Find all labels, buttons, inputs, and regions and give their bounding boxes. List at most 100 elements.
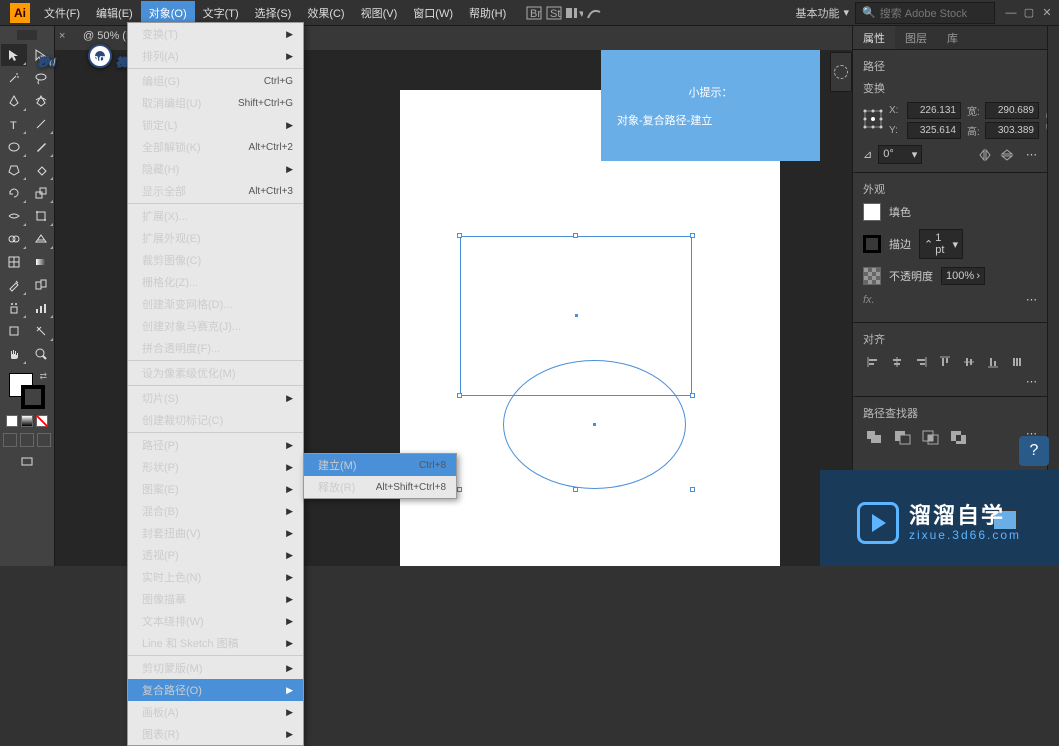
menu-item[interactable]: 变换(T)▶	[128, 23, 303, 45]
menu-item[interactable]: 图表(R)▶	[128, 723, 303, 745]
slice-tool[interactable]	[28, 320, 54, 342]
menu-item[interactable]: 栅格化(Z)...	[128, 271, 303, 293]
menu-item[interactable]: 复合路径(O)▶	[128, 679, 303, 701]
perspective-tool[interactable]	[28, 228, 54, 250]
stroke-color-swatch[interactable]	[863, 235, 881, 253]
fill-color-swatch[interactable]	[863, 203, 881, 221]
minimize-button[interactable]: —	[1003, 6, 1019, 20]
hand-tool[interactable]	[1, 343, 27, 365]
menu-item[interactable]: 扩展(X)...	[128, 205, 303, 227]
collapsed-panel[interactable]	[830, 52, 852, 92]
gpu-icon[interactable]	[584, 3, 604, 23]
line-tool[interactable]	[28, 113, 54, 135]
tab-properties[interactable]: 属性	[853, 26, 895, 49]
menu-item[interactable]: 锁定(L)▶	[128, 114, 303, 136]
align-right-icon[interactable]	[911, 353, 931, 371]
pen-tool[interactable]	[1, 90, 27, 112]
flip-horizontal-icon[interactable]	[976, 146, 994, 164]
eraser-tool[interactable]	[28, 159, 54, 181]
pathfinder-intersect-icon[interactable]	[919, 427, 941, 447]
shaper-tool[interactable]	[1, 159, 27, 181]
align-bottom-icon[interactable]	[983, 353, 1003, 371]
menu-file[interactable]: 文件(F)	[36, 1, 88, 25]
symbol-sprayer-tool[interactable]	[1, 297, 27, 319]
more-options-icon[interactable]: ⋯	[1026, 148, 1037, 161]
stock-icon[interactable]: St	[544, 3, 564, 23]
artboard-tool[interactable]	[1, 320, 27, 342]
scale-tool[interactable]	[28, 182, 54, 204]
menu-item[interactable]: 切片(S)▶	[128, 387, 303, 409]
menu-item[interactable]: 透视(P)▶	[128, 544, 303, 566]
width-tool[interactable]	[1, 205, 27, 227]
menu-item[interactable]: 路径(P)▶	[128, 434, 303, 456]
draw-normal[interactable]	[3, 433, 17, 447]
toolbox-tab[interactable]	[17, 30, 37, 40]
blend-tool[interactable]	[28, 274, 54, 296]
align-vcenter-icon[interactable]	[959, 353, 979, 371]
pathfinder-exclude-icon[interactable]	[947, 427, 969, 447]
menu-item[interactable]: 混合(B)▶	[128, 500, 303, 522]
shape-builder-tool[interactable]	[1, 228, 27, 250]
color-mode-none[interactable]	[36, 415, 48, 427]
curvature-tool[interactable]	[28, 90, 54, 112]
distribute-icon[interactable]	[1007, 353, 1027, 371]
align-top-icon[interactable]	[935, 353, 955, 371]
more-options-icon[interactable]: ⋯	[1026, 375, 1037, 388]
zoom-tool[interactable]	[28, 343, 54, 365]
magic-wand-tool[interactable]	[1, 67, 27, 89]
draw-behind[interactable]	[20, 433, 34, 447]
menu-item[interactable]: 形状(P)▶	[128, 456, 303, 478]
handle-se[interactable]	[690, 487, 695, 492]
menu-effect[interactable]: 效果(C)	[299, 1, 352, 25]
menu-item[interactable]: 画板(A)▶	[128, 701, 303, 723]
x-input[interactable]: 226.131	[907, 102, 961, 119]
rectangle-tool[interactable]	[1, 136, 27, 158]
fx-button[interactable]: fx.	[863, 294, 875, 306]
selection-tool[interactable]	[1, 44, 27, 66]
handle-w[interactable]	[457, 393, 462, 398]
menu-item[interactable]: 实时上色(N)▶	[128, 566, 303, 588]
color-mode-gradient[interactable]	[21, 415, 33, 427]
gradient-tool[interactable]	[28, 251, 54, 273]
search-input[interactable]: 🔍搜索 Adobe Stock	[855, 2, 995, 24]
menu-item[interactable]: 封套扭曲(V)▶	[128, 522, 303, 544]
menu-window[interactable]: 窗口(W)	[405, 1, 461, 25]
menu-view[interactable]: 视图(V)	[353, 1, 406, 25]
menu-item[interactable]: 拼合透明度(F)...	[128, 337, 303, 359]
rotate-tool[interactable]	[1, 182, 27, 204]
reference-point-icon[interactable]	[863, 109, 883, 132]
swap-fill-stroke-icon[interactable]: ⇄	[39, 371, 47, 382]
stroke-weight-input[interactable]: ⌃1 pt▾	[919, 229, 963, 259]
menu-item[interactable]: 创建渐变网格(D)...	[128, 293, 303, 315]
menu-item[interactable]: 文本绕排(W)▶	[128, 610, 303, 632]
screen-mode[interactable]	[14, 451, 40, 473]
menu-help[interactable]: 帮助(H)	[461, 1, 514, 25]
h-input[interactable]: 303.389	[985, 122, 1039, 139]
angle-input[interactable]: 0° ▾	[878, 145, 922, 164]
color-mode-solid[interactable]	[6, 415, 18, 427]
fill-stroke-swatch[interactable]: ⇄	[7, 371, 47, 411]
handle-n[interactable]	[573, 233, 578, 238]
tab-layers[interactable]: 图层	[895, 26, 937, 49]
menu-item[interactable]: 隐藏(H)▶	[128, 158, 303, 180]
draw-inside[interactable]	[37, 433, 51, 447]
w-input[interactable]: 290.689	[985, 102, 1039, 119]
align-hcenter-icon[interactable]	[887, 353, 907, 371]
handle-nw[interactable]	[457, 233, 462, 238]
menu-select[interactable]: 选择(S)	[247, 1, 300, 25]
opacity-swatch[interactable]	[863, 267, 881, 285]
y-input[interactable]: 325.614	[907, 122, 961, 139]
free-transform-tool[interactable]	[28, 205, 54, 227]
menu-item[interactable]: 取消编组(U)Shift+Ctrl+G	[128, 92, 303, 114]
handle-e[interactable]	[690, 393, 695, 398]
handle-sw[interactable]	[457, 487, 462, 492]
more-options-icon[interactable]: ⋯	[1026, 293, 1037, 306]
menu-item[interactable]: Line 和 Sketch 图稿▶	[128, 632, 303, 654]
handle-ne[interactable]	[690, 233, 695, 238]
flip-vertical-icon[interactable]	[998, 146, 1016, 164]
menu-item[interactable]: 排列(A)▶	[128, 45, 303, 67]
submenu-item[interactable]: 建立(M)Ctrl+8	[304, 454, 456, 476]
menu-type[interactable]: 文字(T)	[195, 1, 247, 25]
workspace-switcher[interactable]: 基本功能▾	[789, 5, 855, 21]
align-left-icon[interactable]	[863, 353, 883, 371]
